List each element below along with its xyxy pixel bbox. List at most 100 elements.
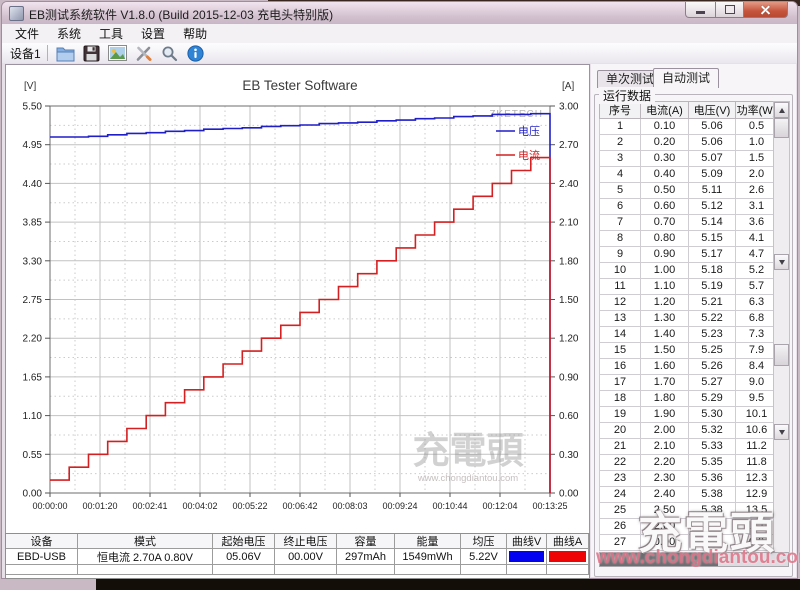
tools-icon[interactable] xyxy=(134,44,154,62)
svg-text:2.70: 2.70 xyxy=(559,140,579,151)
table-row[interactable]: 60.605.123.1 xyxy=(600,199,778,215)
svg-text:2.10: 2.10 xyxy=(559,218,579,229)
table-row[interactable]: 50.505.112.6 xyxy=(600,183,778,199)
svg-text:3.00: 3.00 xyxy=(559,102,579,113)
column-header[interactable]: 功率(W) xyxy=(736,102,778,119)
menu-item[interactable]: 系统 xyxy=(48,24,90,43)
run-progress-fill xyxy=(600,553,718,566)
table-cell: 0.00 xyxy=(641,535,689,551)
svg-text:1.20: 1.20 xyxy=(559,334,579,345)
column-header[interactable]: 电流(A) xyxy=(641,102,689,119)
scroll-down-button[interactable] xyxy=(774,424,789,440)
svg-text:0.60: 0.60 xyxy=(559,411,579,422)
app-icon xyxy=(9,6,24,21)
table-cell: 7.3 xyxy=(736,327,778,343)
chart-legend: 电压电流 xyxy=(496,125,540,162)
zoom-icon[interactable] xyxy=(160,44,180,62)
scroll-down-button[interactable] xyxy=(774,254,789,270)
toolbar-separator xyxy=(47,45,48,61)
table-cell: 0.20 xyxy=(641,135,689,151)
menu-item[interactable]: 工具 xyxy=(90,24,132,43)
table-row[interactable]: 40.405.092.0 xyxy=(600,167,778,183)
column-header[interactable]: 序号 xyxy=(600,102,641,119)
table-row[interactable]: 20.205.061.0 xyxy=(600,135,778,151)
table-row[interactable]: 161.605.268.4 xyxy=(600,359,778,375)
close-button[interactable] xyxy=(743,2,788,18)
maximize-icon xyxy=(725,5,735,14)
table-cell: 9.5 xyxy=(736,391,778,407)
chart-panel: EB Tester Software[V][A]5.504.954.403.85… xyxy=(5,64,590,534)
status-empty xyxy=(337,565,395,575)
close-icon xyxy=(760,5,771,15)
table-cell: 0.5 xyxy=(736,119,778,135)
table-cell: 5.19 xyxy=(689,279,736,295)
table-cell: 2.40 xyxy=(641,487,689,503)
title-bar[interactable]: EB测试系统软件 V1.8.0 (Build 2015-12-03 充电头特别版… xyxy=(2,2,797,24)
table-cell: 16 xyxy=(600,359,641,375)
table-row[interactable]: 151.505.257.9 xyxy=(600,343,778,359)
scroll-thumb[interactable] xyxy=(774,118,789,138)
export-image-icon[interactable] xyxy=(108,44,128,62)
table-row[interactable]: 111.105.195.7 xyxy=(600,279,778,295)
table-row[interactable]: 191.905.3010.1 xyxy=(600,407,778,423)
menu-item[interactable]: 设置 xyxy=(132,24,174,43)
scroll-up-button[interactable] xyxy=(774,102,789,118)
status-value: 5.22V xyxy=(461,549,507,565)
table-row[interactable]: 212.105.3311.2 xyxy=(600,439,778,455)
table-cell: 13.5 xyxy=(736,503,778,519)
table-cell: 1.10 xyxy=(641,279,689,295)
table-row[interactable]: 171.705.279.0 xyxy=(600,375,778,391)
table-row[interactable]: 262.605.3914.0 xyxy=(600,519,778,535)
table-cell: 0.60 xyxy=(641,199,689,215)
svg-text:00:04:02: 00:04:02 xyxy=(182,501,217,511)
table-row[interactable]: 80.805.154.1 xyxy=(600,231,778,247)
table-cell: 8 xyxy=(600,231,641,247)
save-icon[interactable] xyxy=(82,44,102,62)
status-value: 297mAh xyxy=(337,549,395,565)
table-row[interactable]: 30.305.071.5 xyxy=(600,151,778,167)
tab-auto-test[interactable]: 自动测试 xyxy=(653,68,719,88)
run-table-scrollbar[interactable] xyxy=(773,101,790,553)
table-row[interactable]: 121.205.216.3 xyxy=(600,295,778,311)
status-header: 均压 xyxy=(461,534,507,549)
table-cell: 6 xyxy=(600,199,641,215)
table-row[interactable]: 10.105.060.5 xyxy=(600,119,778,135)
table-cell: 0.00 xyxy=(689,535,736,551)
svg-text:00:12:04: 00:12:04 xyxy=(482,501,517,511)
svg-text:2.75: 2.75 xyxy=(23,295,43,306)
table-row[interactable]: 232.305.3612.3 xyxy=(600,471,778,487)
svg-text:2.40: 2.40 xyxy=(559,179,579,190)
table-row[interactable]: 101.005.185.2 xyxy=(600,263,778,279)
status-value xyxy=(547,549,589,565)
table-row[interactable]: 181.805.299.5 xyxy=(600,391,778,407)
table-cell: 17 xyxy=(600,375,641,391)
menu-item[interactable]: 文件 xyxy=(6,24,48,43)
table-row[interactable]: 242.405.3812.9 xyxy=(600,487,778,503)
svg-text:1.80: 1.80 xyxy=(559,256,579,267)
table-row[interactable]: 222.205.3511.8 xyxy=(600,455,778,471)
table-row[interactable]: 70.705.143.6 xyxy=(600,215,778,231)
device-tab[interactable]: 设备1 xyxy=(8,45,47,62)
table-cell: 1.0 xyxy=(736,135,778,151)
maximize-button[interactable] xyxy=(716,2,743,18)
table-cell: 5.11 xyxy=(689,183,736,199)
group-label-run-data: 运行数据 xyxy=(599,87,655,104)
table-row[interactable]: 131.305.226.8 xyxy=(600,311,778,327)
info-icon[interactable] xyxy=(186,44,206,62)
scroll-thumb[interactable] xyxy=(774,344,789,366)
table-row[interactable]: 141.405.237.3 xyxy=(600,327,778,343)
menu-item[interactable]: 帮助 xyxy=(174,24,216,43)
table-cell: 0.40 xyxy=(641,167,689,183)
open-file-icon[interactable] xyxy=(56,44,76,62)
table-cell: 5.38 xyxy=(689,503,736,519)
svg-text:电流: 电流 xyxy=(518,148,540,162)
table-row[interactable]: 90.905.174.7 xyxy=(600,247,778,263)
table-row[interactable]: 270.000.000.0 xyxy=(600,535,778,551)
table-cell: 14 xyxy=(600,327,641,343)
table-cell: 5.32 xyxy=(689,423,736,439)
table-row[interactable]: 202.005.3210.6 xyxy=(600,423,778,439)
minimize-button[interactable] xyxy=(685,2,716,18)
column-header[interactable]: 电压(V) xyxy=(689,102,736,119)
run-data-table: 序号电流(A)电压(V)功率(W) 10.105.060.520.205.061… xyxy=(599,101,778,551)
table-row[interactable]: 252.505.3813.5 xyxy=(600,503,778,519)
